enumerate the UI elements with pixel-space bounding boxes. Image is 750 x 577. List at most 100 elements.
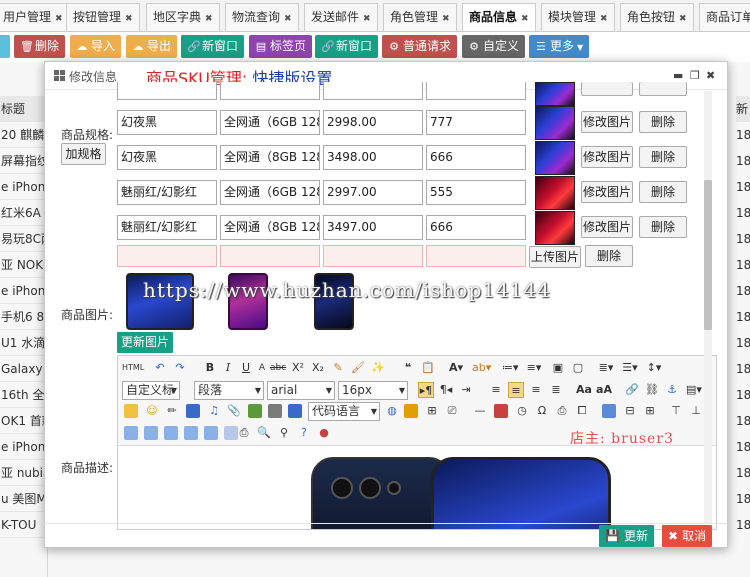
backcolor-icon[interactable]: ab▾ (472, 360, 491, 376)
close-icon[interactable]: ✖ (679, 14, 687, 24)
close-icon[interactable]: ✖ (205, 14, 213, 24)
sku-net-input[interactable]: 全网通（8GB 128 (220, 145, 320, 170)
search-replace-icon[interactable]: ⚲ (276, 425, 292, 441)
rtl-icon[interactable]: ¶◂ (438, 382, 454, 398)
delete-sku-button[interactable]: 删除 (639, 216, 687, 238)
link-icon[interactable]: 🔗 (624, 382, 640, 398)
insert-table-icon[interactable] (602, 404, 616, 418)
html-source-icon[interactable]: HTML (122, 360, 144, 376)
delete-sku-button[interactable]: 删除 (585, 245, 633, 267)
maximize-icon[interactable]: ❐ (690, 69, 700, 82)
tab-button-manage[interactable]: 按钮管理 ✖ (66, 3, 140, 31)
format-brush-icon[interactable]: 🖌 (350, 360, 366, 376)
delete-table-icon[interactable]: ⊟ (622, 403, 638, 419)
ltr-icon[interactable]: ▸¶ (418, 382, 434, 398)
underline-icon[interactable]: U (238, 360, 254, 376)
sku-stock-input[interactable]: 555 (426, 180, 526, 205)
edit-image-button-partial[interactable] (581, 82, 633, 96)
close-icon[interactable]: ✖ (363, 14, 371, 24)
forecolor-icon[interactable]: A▾ (448, 360, 464, 376)
print-icon[interactable]: ⎙ (236, 425, 252, 441)
sku-price-input[interactable]: 2997.00 (323, 180, 423, 205)
partial-button[interactable] (0, 35, 10, 58)
rowspacing-bottom-icon[interactable]: ☰▾ (622, 360, 638, 376)
delete-sku-button[interactable]: 删除 (639, 181, 687, 203)
close-icon[interactable]: ✖ (600, 14, 608, 24)
sku-net-input[interactable]: 全网通（8GB 128 (220, 215, 320, 240)
align-left-icon[interactable]: ≡ (488, 382, 504, 398)
tab-product-order[interactable]: 商品订单 (699, 3, 750, 31)
sku-price-input[interactable]: 2998.00 (323, 110, 423, 135)
tab-role-manage[interactable]: 角色管理 ✖ (383, 3, 457, 31)
new-sku-price-input[interactable] (323, 245, 423, 267)
close-icon[interactable]: ✖ (521, 14, 529, 24)
searchreplace-icon[interactable]: ⎙ (554, 403, 570, 419)
selectall-icon[interactable]: ▣ (550, 360, 566, 376)
rowspacing-top-icon[interactable]: ≣▾ (598, 360, 614, 376)
eraser-icon[interactable]: ✎ (330, 360, 346, 376)
font-family-select[interactable]: arial ▼ (267, 381, 335, 400)
sku-color-input[interactable]: 幻夜黑 (117, 145, 217, 170)
add-spec-button[interactable]: 加规格 (61, 143, 106, 165)
more-button[interactable]: ☰ 更多 ▼ (529, 35, 590, 58)
wordimage-icon[interactable]: ⊞ (424, 403, 440, 419)
sku-color-input[interactable]: 魅丽红/幻影红 (117, 180, 217, 205)
sku-price-input[interactable]: 3498.00 (323, 145, 423, 170)
update-button[interactable]: 💾 更新 (599, 525, 654, 547)
delete-button-partial[interactable] (639, 82, 687, 96)
superscript-icon[interactable]: X² (290, 360, 306, 376)
undo-icon[interactable]: ↶ (152, 360, 168, 376)
edit-image-button[interactable]: 修改图片 (581, 181, 633, 203)
align-justify-icon[interactable]: ≣ (548, 382, 564, 398)
bold-icon[interactable]: B (202, 360, 218, 376)
new-sku-stock-input[interactable] (426, 245, 526, 267)
scrawl-icon[interactable]: ✏ (164, 403, 180, 419)
delete-button[interactable]: 🗑删除 (14, 35, 66, 58)
sku-net-input[interactable]: 全网通（6GB 128 (220, 110, 320, 135)
map-icon[interactable] (248, 404, 262, 418)
tab-page-button[interactable]: ▤ 标签页 (249, 35, 313, 58)
new-sku-color-input[interactable] (117, 245, 217, 267)
indent-icon[interactable]: ⇥ (458, 382, 474, 398)
upload-image-button[interactable]: 上传图片 (529, 246, 581, 268)
attachment-icon[interactable]: 📎 (226, 403, 242, 419)
gmap-icon[interactable] (268, 404, 282, 418)
merge-cells-icon[interactable] (164, 426, 178, 440)
sku-stock-input[interactable]: 777 (426, 110, 526, 135)
update-images-button[interactable]: 更新图片 (117, 332, 174, 353)
tab-user-manage[interactable]: 用户管理 ✖ (0, 3, 70, 31)
tab-logistics[interactable]: 物流查询 ✖ (225, 3, 299, 31)
unlink-icon[interactable]: ⛓ (644, 382, 660, 398)
sku-color-input[interactable]: 魅丽红/幻影红 (117, 215, 217, 240)
insert-paragraph-before-table-icon[interactable]: ⊞ (642, 403, 658, 419)
close-icon[interactable]: ✖ (125, 14, 133, 24)
delete-col-icon[interactable] (144, 426, 158, 440)
merge-down-icon[interactable] (204, 426, 218, 440)
merge-right-icon[interactable] (184, 426, 198, 440)
redo-icon[interactable]: ↷ (172, 360, 188, 376)
edit-image-button[interactable]: 修改图片 (581, 146, 633, 168)
sku-color-input[interactable]: 幻夜黑 (117, 110, 217, 135)
insert-video-icon[interactable] (186, 404, 200, 418)
drafts-icon[interactable]: ● (316, 425, 332, 441)
normal-request-button[interactable]: ⚙ 普通请求 (382, 35, 458, 58)
template-icon[interactable] (404, 404, 418, 418)
time-icon[interactable]: ◷ (514, 403, 530, 419)
background-icon[interactable]: ◍ (384, 403, 400, 419)
music-icon[interactable]: ♫ (206, 403, 222, 419)
unordered-list-icon[interactable]: ≡▾ (526, 360, 542, 376)
align-center-icon[interactable]: ≡ (508, 382, 524, 398)
new-window2-button[interactable]: 🔗新窗口 (315, 35, 379, 58)
minimize-icon[interactable]: ▬ (673, 69, 683, 82)
export-button[interactable]: ☁ 导出 (126, 35, 178, 58)
tab-module-manage[interactable]: 模块管理 ✖ (541, 3, 615, 31)
cancel-button[interactable]: ✖ 取消 (662, 525, 713, 547)
touppercase-icon[interactable]: Aa (576, 382, 592, 398)
edit-image-button[interactable]: 修改图片 (581, 111, 633, 133)
edit-image-button[interactable]: 修改图片 (581, 216, 633, 238)
align-right-icon[interactable]: ≡ (528, 382, 544, 398)
strikethrough-icon[interactable]: abc (270, 360, 286, 376)
tolowercase-icon[interactable]: aA (596, 382, 612, 398)
spechars-icon[interactable]: Ω (534, 403, 550, 419)
font-size-select[interactable]: 16px ▼ (338, 381, 408, 400)
